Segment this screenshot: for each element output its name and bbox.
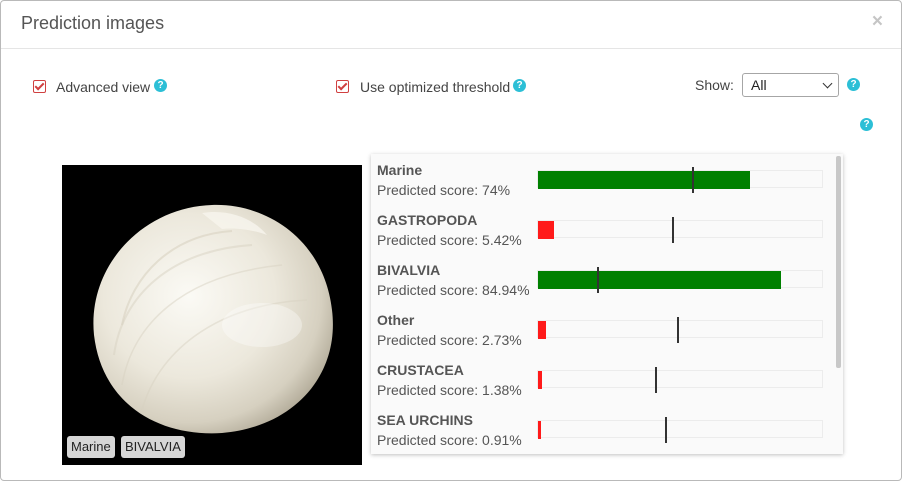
prediction-score-bar bbox=[537, 167, 823, 193]
image-tag-bivalvia: BIVALVIA bbox=[121, 436, 185, 458]
show-select-value: All bbox=[751, 77, 767, 93]
prediction-images-dialog: Prediction images × Advanced view ? Use … bbox=[0, 0, 902, 481]
prediction-class-name: Marine bbox=[377, 162, 423, 178]
prediction-row: Other Predicted score: 2.73% bbox=[371, 304, 836, 354]
advanced-view-label[interactable]: Advanced view bbox=[56, 79, 150, 95]
predictions-panel[interactable]: Marine Predicted score: 74% GASTROPODA Pred… bbox=[371, 154, 843, 454]
prediction-class-name: CRUSTACEA bbox=[377, 362, 464, 378]
show-label: Show: bbox=[695, 77, 734, 93]
advanced-view-checkbox[interactable] bbox=[33, 80, 46, 93]
show-help-icon[interactable]: ? bbox=[847, 78, 860, 91]
prediction-score-bar bbox=[537, 317, 823, 343]
prediction-score-label: Predicted score: 1.38% bbox=[377, 382, 522, 398]
prediction-score-bar bbox=[537, 417, 823, 443]
prediction-row: SEA URCHINS Predicted score: 0.91% bbox=[371, 404, 836, 454]
bivalve-shell-image bbox=[93, 204, 333, 434]
prediction-class-name: Other bbox=[377, 312, 415, 328]
prediction-threshold-marker bbox=[677, 317, 679, 343]
prediction-row: BIVALVIA Predicted score: 84.94% bbox=[371, 254, 836, 304]
prediction-class-name: BIVALVIA bbox=[377, 262, 441, 278]
prediction-score-bar bbox=[537, 267, 823, 293]
image-tag-marine: Marine bbox=[67, 436, 115, 458]
specimen-image[interactable]: Marine BIVALVIA bbox=[62, 165, 362, 465]
prediction-row: CRUSTACEA Predicted score: 1.38% bbox=[371, 354, 836, 404]
prediction-score-label: Predicted score: 5.42% bbox=[377, 232, 522, 248]
prediction-score-bar bbox=[537, 217, 823, 243]
optimized-threshold-label[interactable]: Use optimized threshold bbox=[360, 79, 510, 95]
prediction-score-fill bbox=[538, 271, 781, 289]
prediction-threshold-marker bbox=[655, 367, 657, 393]
prediction-score-label: Predicted score: 84.94% bbox=[377, 282, 530, 298]
prediction-score-bar bbox=[537, 367, 823, 393]
optimized-threshold-checkbox[interactable] bbox=[336, 80, 349, 93]
prediction-row: GASTROPODA Predicted score: 5.42% bbox=[371, 204, 836, 254]
prediction-class-name: GASTROPODA bbox=[377, 212, 478, 228]
advanced-view-help-icon[interactable]: ? bbox=[154, 79, 167, 92]
prediction-class-name: SEA URCHINS bbox=[377, 412, 473, 428]
prediction-threshold-marker bbox=[597, 267, 599, 293]
prediction-threshold-marker bbox=[665, 417, 667, 443]
optimized-threshold-help-icon[interactable]: ? bbox=[513, 79, 526, 92]
prediction-row: Marine Predicted score: 74% bbox=[371, 154, 836, 204]
prediction-score-fill bbox=[538, 321, 546, 339]
predictions-scrollbar[interactable] bbox=[836, 156, 841, 368]
dialog-header: Prediction images × bbox=[1, 1, 901, 49]
prediction-score-label: Predicted score: 74% bbox=[377, 182, 511, 198]
chevron-down-icon bbox=[822, 78, 833, 89]
close-icon[interactable]: × bbox=[872, 11, 883, 33]
prediction-score-fill bbox=[538, 221, 554, 239]
show-select[interactable]: All bbox=[742, 73, 839, 97]
dialog-title: Prediction images bbox=[21, 13, 165, 33]
prediction-score-label: Predicted score: 0.91% bbox=[377, 432, 522, 448]
panel-help-icon[interactable]: ? bbox=[860, 118, 873, 131]
prediction-score-fill bbox=[538, 371, 542, 389]
prediction-threshold-marker bbox=[692, 167, 694, 193]
prediction-score-label: Predicted score: 2.73% bbox=[377, 332, 522, 348]
prediction-score-fill bbox=[538, 171, 750, 189]
prediction-score-fill bbox=[538, 421, 541, 439]
prediction-threshold-marker bbox=[672, 217, 674, 243]
